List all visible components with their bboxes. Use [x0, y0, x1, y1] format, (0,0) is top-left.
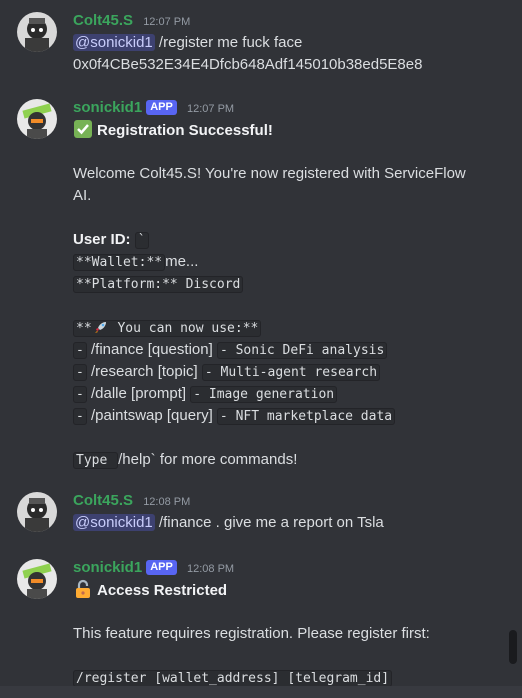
- timestamp: 12:08 PM: [187, 563, 235, 575]
- command-dash: -: [73, 342, 87, 359]
- command-name: /research [topic]: [91, 363, 198, 380]
- user-mention[interactable]: @sonickid1: [73, 514, 155, 531]
- command-dash: -: [73, 364, 87, 381]
- register-code: /register [wallet_address] [telegram_id]: [73, 670, 393, 687]
- avatar-sonickid1[interactable]: [17, 99, 57, 139]
- timestamp: 12:07 PM: [187, 103, 235, 115]
- platform-code: **Platform:** Discord: [73, 276, 244, 293]
- author-name[interactable]: Colt45.S: [73, 492, 133, 509]
- avatar-sonickid1[interactable]: [17, 559, 57, 599]
- timestamp: 12:08 PM: [143, 496, 191, 508]
- command-dash: -: [73, 386, 87, 403]
- use-code: ** You can now use:**: [73, 320, 262, 337]
- app-badge: APP: [146, 100, 177, 115]
- command-dash: -: [73, 408, 87, 425]
- command-name: /dalle [prompt]: [91, 385, 187, 402]
- restriction-body: This feature requires registration. Plea…: [73, 625, 430, 642]
- command-name: /finance [question]: [91, 341, 213, 358]
- type-rest: /help` for more commands!: [118, 451, 298, 468]
- user-mention[interactable]: @sonickid1: [73, 34, 155, 51]
- access-restricted-title: Access Restricted: [97, 582, 228, 599]
- wallet-code: **Wallet:**: [73, 254, 166, 271]
- app-badge: APP: [146, 560, 177, 575]
- author-name[interactable]: sonickid1: [73, 559, 142, 576]
- timestamp: 12:07 PM: [143, 16, 191, 28]
- command-desc: - Sonic DeFi analysis: [216, 342, 388, 359]
- command-desc: - NFT marketplace data: [216, 408, 396, 425]
- avatar-colt45[interactable]: [17, 12, 57, 52]
- rocket-emoji-icon: [94, 320, 108, 334]
- wallet-rest: me...: [165, 253, 199, 270]
- welcome-line2: AI.: [73, 187, 92, 204]
- message-text: /register me fuck face: [154, 34, 303, 51]
- message-text-line2: 0x0f4CBe532E34E4Dfcb648Adf145010b38ed5E8…: [73, 56, 423, 73]
- command-desc: - Multi-agent research: [201, 364, 381, 381]
- user-id-code: `: [134, 232, 149, 249]
- message-composer[interactable]: [0, 686, 522, 698]
- author-name[interactable]: Colt45.S: [73, 12, 133, 29]
- author-name[interactable]: sonickid1: [73, 99, 142, 116]
- registration-title: Registration Successful!: [97, 122, 273, 139]
- check-mark-emoji-icon: [73, 119, 93, 139]
- message-text: /finance . give me a report on Tsla: [154, 514, 384, 531]
- type-code: Type: [73, 452, 119, 469]
- command-name: /paintswap [query]: [91, 407, 213, 424]
- user-id-label: User ID:: [73, 231, 131, 248]
- welcome-line1: Welcome Colt45.S! You're now registered …: [73, 165, 466, 182]
- command-desc: - Image generation: [190, 386, 338, 403]
- lock-emoji-icon: [73, 579, 93, 599]
- scrollbar-thumb[interactable]: [509, 630, 517, 664]
- avatar-colt45[interactable]: [17, 492, 57, 532]
